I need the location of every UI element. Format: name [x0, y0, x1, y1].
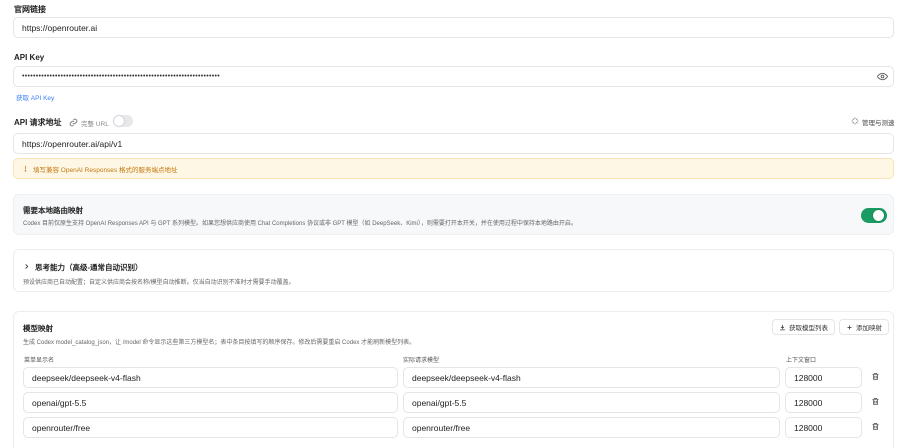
endpoint-warning-text: 填写兼容 OpenAI Responses 格式的服务端点地址	[33, 166, 178, 174]
row-1-actual-model-input[interactable]: deepseek/deepseek-v4-flash	[403, 367, 780, 388]
link-icon	[69, 118, 78, 127]
plus-icon	[846, 324, 853, 331]
endpoint-input[interactable]: https://openrouter.ai/api/v1	[13, 133, 894, 154]
model-mapping-title: 模型映射	[23, 324, 53, 333]
trash-icon[interactable]	[871, 397, 880, 406]
settings-icon	[851, 117, 859, 125]
row-1-display-name-input[interactable]: deepseek/deepseek-v4-flash	[23, 367, 398, 388]
thinking-title: 思考能力（高级-通常自动识别）	[35, 263, 143, 272]
full-url-label: 完整 URL	[81, 121, 109, 128]
fetch-models-label: 获取模型列表	[789, 325, 828, 332]
row-3-context-window-input[interactable]: 128000	[785, 417, 862, 438]
api-key-input[interactable]: ••••••••••••••••••••••••••••••••••••••••…	[13, 66, 894, 87]
column-actual-model: 实际请求模型	[403, 358, 440, 364]
add-mapping-label: 添加映射	[856, 325, 882, 332]
local-routing-card: 需要本地路由映射 Codex 目前仅原生支持 OpenAI Responses …	[13, 194, 894, 235]
info-icon	[22, 165, 29, 172]
row-2-display-name-input[interactable]: openai/gpt-5.5	[23, 392, 398, 413]
endpoint-warning: 填写兼容 OpenAI Responses 格式的服务端点地址	[13, 158, 894, 179]
website-input[interactable]: https://openrouter.ai	[13, 17, 894, 38]
column-display-name: 菜单显示名	[24, 358, 55, 364]
local-routing-toggle[interactable]	[861, 208, 887, 223]
local-routing-description: Codex 目前仅原生支持 OpenAI Responses API 与 GPT…	[23, 221, 577, 227]
manage-test-link[interactable]: 管理与测速	[862, 117, 895, 127]
row-3-display-name-input[interactable]: openrouter/free	[23, 417, 398, 438]
row-1-context-window-input[interactable]: 128000	[785, 367, 862, 388]
trash-icon[interactable]	[871, 372, 880, 381]
local-routing-title: 需要本地路由映射	[23, 206, 83, 215]
full-url-toggle[interactable]	[113, 115, 133, 127]
row-2-context-window-input[interactable]: 128000	[785, 392, 862, 413]
row-3-actual-model-input[interactable]: openrouter/free	[403, 417, 780, 438]
get-api-key-link[interactable]: 获取 API Key	[16, 92, 54, 102]
api-key-masked-value: ••••••••••••••••••••••••••••••••••••••••…	[22, 73, 221, 80]
thinking-description: 预设供应商已自动配置；自定义供应商会按名称/模型自动推断。仅当自动识别不准时才需…	[23, 280, 295, 286]
download-icon	[779, 324, 786, 331]
trash-icon[interactable]	[871, 422, 880, 431]
row-2-actual-model-input[interactable]: openai/gpt-5.5	[403, 392, 780, 413]
eye-icon[interactable]	[877, 71, 888, 82]
fetch-models-button[interactable]: 获取模型列表	[772, 319, 835, 335]
endpoint-label: API 请求地址	[14, 118, 62, 127]
thinking-card[interactable]: 思考能力（高级-通常自动识别） 预设供应商已自动配置；自定义供应商会按名称/模型…	[13, 249, 894, 292]
column-context-window: 上下文窗口	[786, 358, 817, 364]
model-mapping-card: 模型映射 生成 Codex model_catalog_json，让 /mode…	[13, 311, 894, 448]
model-mapping-description: 生成 Codex model_catalog_json，让 /model 命令显…	[23, 340, 416, 346]
api-key-label: API Key	[14, 53, 45, 62]
add-mapping-button[interactable]: 添加映射	[839, 319, 889, 335]
website-label: 官网链接	[14, 5, 46, 14]
chevron-right-icon	[23, 263, 30, 270]
